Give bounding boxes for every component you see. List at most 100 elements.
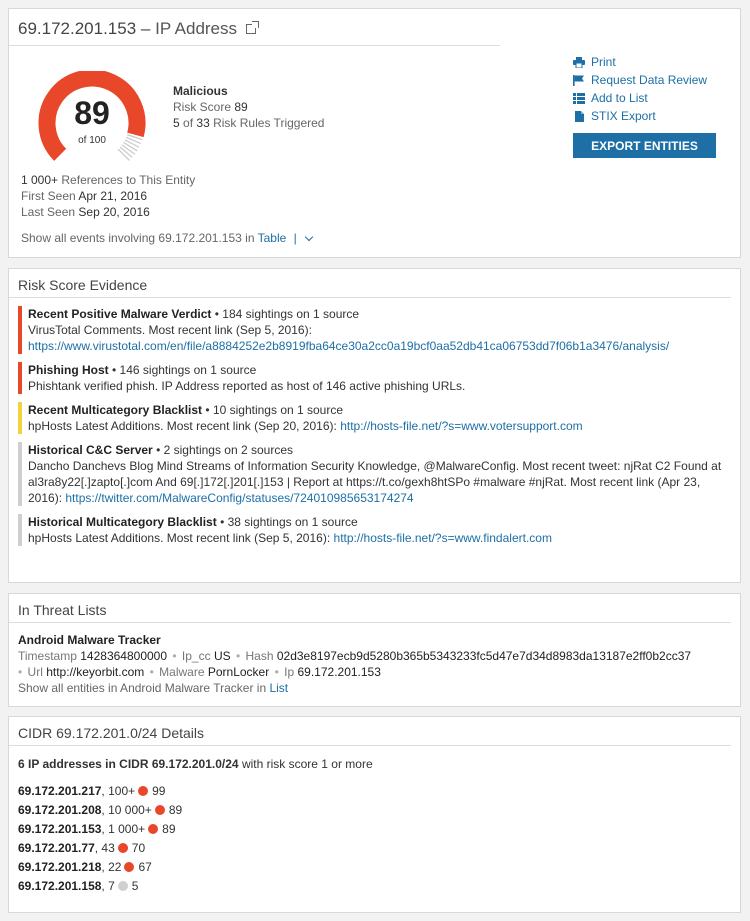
- field-key: Malware: [159, 665, 205, 679]
- cidr-body: 6 IP addresses in CIDR 69.172.201.0/24 w…: [9, 746, 740, 895]
- cidr-refs: , 10 000+: [101, 802, 152, 817]
- list-icon: [573, 92, 585, 104]
- cidr-score: 99: [152, 783, 166, 798]
- risk-evidence-title: Risk Score Evidence: [9, 269, 731, 298]
- gauge-tick: [124, 139, 140, 148]
- list-link[interactable]: List: [269, 681, 288, 695]
- evidence-name: Historical C&C Server: [28, 443, 153, 457]
- threat-lists-card: In Threat Lists Android Malware Tracker …: [8, 593, 741, 707]
- table-link[interactable]: Table: [258, 231, 287, 245]
- pipe-separator: |: [293, 231, 297, 245]
- cidr-summary-bold: 6 IP addresses in CIDR 69.172.201.0/24: [18, 757, 239, 771]
- rules-label: Risk Rules Triggered: [213, 116, 325, 130]
- add-to-list-label: Add to List: [591, 91, 648, 105]
- cidr-score: 89: [168, 802, 183, 817]
- stix-export-label: STIX Export: [591, 109, 656, 123]
- risk-dot-icon: [148, 823, 159, 834]
- evidence-item: Historical C&C Server • 2 sightings on 2…: [18, 442, 731, 506]
- gauge-ticks: [117, 134, 143, 161]
- cidr-refs: , 1 000+: [101, 821, 146, 836]
- evidence-sightings: • 38 sightings on 1 source: [220, 515, 358, 529]
- cidr-ip-list: 69.172.201.217, 100+ 99 69.172.201.208, 1…: [18, 781, 731, 895]
- evidence-sightings: • 2 sightings on 2 sources: [156, 443, 294, 457]
- evidence-sightings: • 10 sightings on 1 source: [205, 403, 344, 417]
- evidence-severity-bar: [18, 442, 22, 506]
- cidr-ip-row[interactable]: 69.172.201.77, 43 70: [18, 838, 731, 857]
- request-review-action[interactable]: Request Data Review: [573, 71, 733, 89]
- bullet-separator: •: [235, 649, 241, 663]
- bullet-separator: •: [274, 665, 279, 679]
- risk-dot-icon: [117, 842, 128, 853]
- cidr-ip-row[interactable]: 69.172.201.153, 1 000+ 89: [18, 819, 731, 838]
- risk-dot-icon: [154, 804, 165, 815]
- evidence-link[interactable]: https://www.virustotal.com/en/file/a8884…: [28, 339, 669, 353]
- show-all-entities-text: Show all entities in Android Malware Tra…: [18, 681, 267, 695]
- cidr-ip[interactable]: 69.172.201.77: [18, 841, 95, 855]
- cidr-score: 89: [162, 821, 176, 836]
- evidence-name: Recent Positive Malware Verdict: [28, 307, 212, 321]
- cidr-score: 67: [138, 859, 152, 874]
- evidence-link[interactable]: https://twitter.com/MalwareConfig/status…: [65, 491, 413, 505]
- cidr-ip[interactable]: 69.172.201.218: [18, 860, 101, 874]
- first-seen-line: First Seen Apr 21, 2016: [21, 188, 195, 204]
- cidr-refs: , 100+: [101, 783, 136, 798]
- external-link-icon[interactable]: [245, 21, 259, 34]
- chevron-down-icon[interactable]: [304, 232, 314, 242]
- printer-icon: [573, 56, 585, 68]
- evidence-severity-bar: [18, 402, 22, 434]
- cidr-ip-row[interactable]: 69.172.201.158, 7 5: [18, 876, 731, 895]
- field-key: Url: [27, 665, 43, 679]
- bullet-separator: •: [18, 665, 23, 679]
- cidr-summary-rest: with risk score 1 or more: [241, 757, 373, 771]
- risk-dot-icon: [124, 861, 135, 872]
- evidence-sightings: • 146 sightings on 1 source: [112, 363, 257, 377]
- evidence-item: Recent Multicategory Blacklist • 10 sigh…: [18, 402, 731, 434]
- cidr-ip-row[interactable]: 69.172.201.218, 22 67: [18, 857, 731, 876]
- evidence-link[interactable]: http://hosts-file.net/?s=www.findalert.c…: [334, 531, 552, 545]
- entity-summary-card: 69.172.201.153 – IP Address 89 of 100 Ma…: [8, 8, 741, 258]
- print-label: Print: [591, 55, 616, 69]
- cidr-ip[interactable]: 69.172.201.158: [18, 879, 101, 893]
- bullet-separator: •: [149, 665, 154, 679]
- show-all-events-text: Show all events involving 69.172.201.153…: [21, 231, 255, 245]
- cidr-ip-row[interactable]: 69.172.201.208, 10 000+ 89: [18, 800, 731, 819]
- references-label: References to This Entity: [61, 173, 196, 187]
- evidence-body: Phishtank verified phish. IP Address rep…: [28, 379, 466, 393]
- evidence-body: hpHosts Latest Additions. Most recent li…: [28, 419, 337, 433]
- threat-fields-line: Timestamp 1428364800000 • Ip_cc US • Has…: [18, 648, 731, 664]
- gauge-of-label: of 100: [78, 135, 106, 146]
- field-key: Timestamp: [18, 649, 77, 663]
- entity-type: IP Address: [155, 19, 238, 38]
- add-to-list-action[interactable]: Add to List: [573, 89, 733, 107]
- field-value: PornLocker: [207, 665, 270, 679]
- first-seen-value: Apr 21, 2016: [78, 189, 148, 203]
- title-dash: –: [140, 19, 151, 38]
- references-count: 1 000+: [21, 173, 59, 187]
- verdict-title: Malicious: [173, 84, 228, 98]
- evidence-link[interactable]: http://hosts-file.net/?s=www.votersuppor…: [340, 419, 582, 433]
- print-action[interactable]: Print: [573, 53, 733, 71]
- cidr-summary: 6 IP addresses in CIDR 69.172.201.0/24 w…: [18, 756, 731, 772]
- last-seen-value: Sep 20, 2016: [78, 205, 150, 219]
- evidence-severity-bar: [18, 306, 22, 354]
- risk-score-gauge: 89 of 100: [27, 69, 157, 175]
- last-seen-label: Last Seen: [21, 205, 76, 219]
- cidr-ip[interactable]: 69.172.201.208: [18, 803, 101, 817]
- cidr-title: CIDR 69.172.201.0/24 Details: [9, 717, 731, 746]
- rules-triggered: 5: [173, 116, 180, 130]
- cidr-refs: , 7: [101, 878, 115, 893]
- cidr-ip-row[interactable]: 69.172.201.217, 100+ 99: [18, 781, 731, 800]
- export-entities-button[interactable]: EXPORT ENTITIES: [573, 133, 716, 158]
- cidr-score: 70: [131, 840, 146, 855]
- evidence-body: hpHosts Latest Additions. Most recent li…: [28, 531, 331, 545]
- evidence-item: Phishing Host • 146 sightings on 1 sourc…: [18, 362, 731, 394]
- stix-export-action[interactable]: STIX Export: [573, 107, 733, 125]
- cidr-ip[interactable]: 69.172.201.217: [18, 784, 101, 798]
- risk-score-label: Risk Score: [173, 100, 232, 114]
- show-all-events: Show all events involving 69.172.201.153…: [21, 231, 314, 245]
- evidence-name: Historical Multicategory Blacklist: [28, 515, 217, 529]
- evidence-body: VirusTotal Comments. Most recent link (S…: [28, 323, 312, 337]
- evidence-item: Recent Positive Malware Verdict • 184 si…: [18, 306, 731, 354]
- cidr-ip[interactable]: 69.172.201.153: [18, 822, 101, 836]
- risk-dot-icon: [117, 880, 128, 891]
